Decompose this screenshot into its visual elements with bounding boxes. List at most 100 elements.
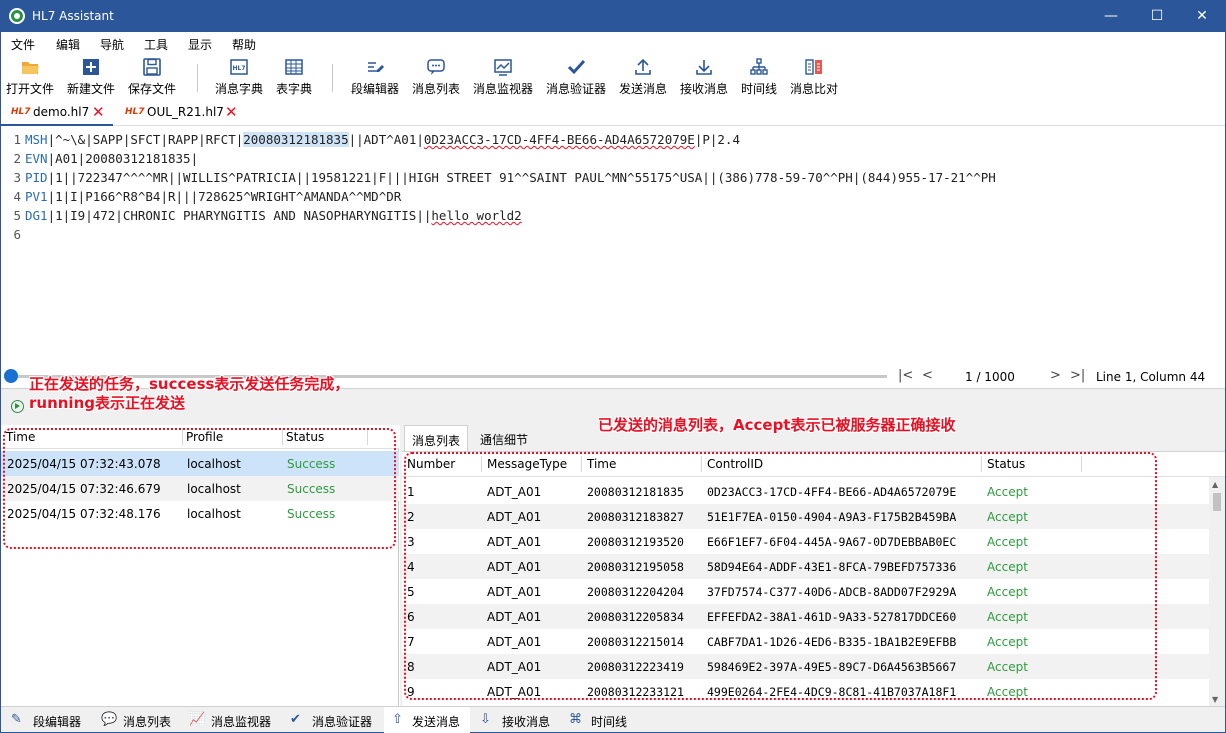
code-line-msh[interactable]: MSH|^~\&|SAPP|SFCT|RAPP|RFCT|20080312181… — [25, 132, 740, 147]
tab-message-monitor[interactable]: 📈 消息监视器 — [189, 707, 283, 733]
timeline-icon: ⌘ — [569, 712, 582, 727]
menu-help[interactable]: 帮助 — [232, 36, 256, 53]
message-monitor-button[interactable]: 消息监视器 — [469, 54, 537, 100]
tab-receive-message[interactable]: ⇩ 接收消息 — [480, 707, 562, 733]
spellcheck-error: hello world2 — [431, 208, 522, 223]
run-icon[interactable] — [11, 400, 24, 413]
message-compare-button[interactable]: 消息比对 — [786, 54, 842, 100]
next-page-button[interactable]: > — [1050, 368, 1061, 383]
annotation-text: 正在发送的任务，success表示发送任务完成， — [29, 375, 350, 393]
tab-timeline[interactable]: ⌘ 时间线 — [569, 707, 639, 733]
first-page-button[interactable]: |< — [898, 368, 913, 383]
send-message-button[interactable]: 发送消息 — [615, 54, 671, 100]
table-dictionary-button[interactable]: 表字典 — [271, 54, 317, 100]
cursor-position: Line 1, Column 44 — [1096, 370, 1206, 384]
segment-id: MSH — [25, 132, 48, 147]
line-number: 4 — [13, 189, 21, 204]
close-button[interactable]: ✕ — [1179, 1, 1225, 32]
edit-icon — [368, 62, 384, 72]
selected-text: 20080312181835 — [243, 132, 349, 147]
save-file-button[interactable]: 保存文件 — [124, 54, 180, 100]
message-list-button[interactable]: 消息列表 — [408, 54, 464, 100]
tab-demo-hl7[interactable]: HL7 demo.hl7 ✕ — [1, 100, 113, 126]
message-validator-button[interactable]: 消息验证器 — [542, 54, 610, 100]
chat-list-icon: 💬 — [101, 712, 118, 727]
app-window: HL7 Assistant — ☐ ✕ 文件 编辑 导航 工具 显示 帮助 打开… — [0, 0, 1226, 733]
scroll-down-icon[interactable]: ▼ — [1212, 695, 1218, 704]
edit-icon: ✎ — [11, 712, 22, 727]
hl7-file-icon: HL7 — [125, 107, 145, 117]
tab-send-message[interactable]: ⇧ 发送消息 — [384, 707, 470, 733]
receive-message-button[interactable]: 接收消息 — [676, 54, 732, 100]
save-icon — [143, 58, 161, 76]
message-slider-thumb[interactable] — [4, 369, 18, 383]
last-page-button[interactable]: >| — [1070, 368, 1085, 383]
download-icon — [696, 60, 712, 75]
new-file-icon — [83, 59, 99, 75]
monitor-chart-icon: 📈 — [189, 712, 206, 727]
menu-navigate[interactable]: 导航 — [100, 36, 124, 53]
hl7-text-editor[interactable]: 1 2 3 4 5 6 MSH|^~\&|SAPP|SFCT|RAPP|RFCT… — [1, 127, 1225, 363]
bottom-tool-tabs: ✎ 段编辑器 💬 消息列表 📈 消息监视器 ✔ 消息验证器 ⇧ 发送消息 ⇩ 接… — [1, 706, 1225, 733]
line-number: 2 — [13, 151, 21, 166]
line-number: 6 — [13, 227, 21, 242]
scroll-up-icon[interactable]: ▲ — [1212, 480, 1218, 489]
code-line-pv1[interactable]: PV1|1|I|P166^R8^B4|R|||728625^WRIGHT^AMA… — [25, 189, 401, 204]
annotation-box-messages — [404, 452, 1157, 700]
svg-text:HL7: HL7 — [232, 65, 245, 72]
download-icon: ⇩ — [480, 712, 491, 727]
tab-communication-details[interactable]: 通信细节 — [472, 425, 536, 451]
menu-edit[interactable]: 编辑 — [56, 36, 80, 53]
segment-id: EVN — [25, 151, 48, 166]
menu-view[interactable]: 显示 — [188, 36, 212, 53]
toolbar-divider — [332, 64, 333, 92]
hl7-dictionary-icon: HL7 — [230, 59, 248, 75]
timeline-button[interactable]: 时间线 — [737, 54, 781, 100]
folder-open-icon — [22, 62, 39, 74]
toolbar-divider — [197, 64, 198, 92]
annotation-text: 已发送的消息列表，Accept表示已被服务器正确接收 — [598, 416, 956, 434]
new-file-button[interactable]: 新建文件 — [63, 54, 119, 100]
menu-tools[interactable]: 工具 — [144, 36, 168, 53]
tab-message-list[interactable]: 消息列表 — [404, 425, 468, 451]
tab-oul-r21-hl7[interactable]: HL7 OUL_R21.hl7 ✕ — [119, 100, 245, 126]
minimize-button[interactable]: — — [1088, 1, 1134, 32]
page-indicator: 1 / 1000 — [965, 370, 1015, 384]
compare-icon — [805, 59, 822, 75]
monitor-chart-icon — [494, 59, 512, 76]
tab-message-list[interactable]: 💬 消息列表 — [101, 707, 183, 733]
menu-file[interactable]: 文件 — [11, 36, 35, 53]
checkmark-icon — [567, 59, 586, 75]
window-title: HL7 Assistant — [32, 9, 114, 23]
line-number: 3 — [13, 170, 21, 185]
timeline-icon — [750, 58, 768, 75]
hl7-file-icon: HL7 — [11, 107, 31, 117]
close-tab-icon[interactable]: ✕ — [225, 103, 238, 121]
segment-id: PID — [25, 170, 48, 185]
maximize-button[interactable]: ☐ — [1134, 1, 1180, 32]
tab-segment-editor[interactable]: ✎ 段编辑器 — [11, 707, 93, 733]
code-line-pid[interactable]: PID|1||722347^^^^MR||WILLIS^PATRICIA||19… — [25, 170, 996, 185]
annotation-box-tasks — [3, 428, 396, 549]
vertical-scrollbar[interactable]: ▲ ▼ — [1209, 477, 1225, 706]
segment-editor-button[interactable]: 段编辑器 — [347, 54, 403, 100]
prev-page-button[interactable]: < — [922, 368, 933, 383]
tab-message-validator[interactable]: ✔ 消息验证器 — [290, 707, 384, 733]
close-tab-icon[interactable]: ✕ — [92, 103, 105, 121]
app-logo-icon — [9, 8, 25, 24]
toolbar: 打开文件 新建文件 保存文件 HL7 消息字典 表字典 段编辑器 消息列表 消息… — [1, 54, 1225, 100]
open-file-button[interactable]: 打开文件 — [3, 54, 57, 100]
line-number: 5 — [13, 208, 21, 223]
line-number: 1 — [13, 132, 21, 147]
scrollbar-thumb[interactable] — [1213, 493, 1221, 511]
code-line-evn[interactable]: EVN|A01|20080312181835| — [25, 151, 198, 166]
annotation-text: running表示正在发送 — [29, 394, 185, 412]
upload-icon: ⇧ — [392, 712, 403, 727]
menu-bar: 文件 编辑 导航 工具 显示 帮助 — [1, 32, 1225, 54]
message-dictionary-button[interactable]: HL7 消息字典 — [211, 54, 267, 100]
table-icon — [285, 59, 303, 75]
tab-label: demo.hl7 — [33, 105, 90, 119]
code-line-dg1[interactable]: DG1|1|I9|472|CHRONIC PHARYNGITIS AND NAS… — [25, 208, 522, 223]
spellcheck-error: 0D23ACC3-17CD-4FF4-BE66-AD4A6572079E — [423, 132, 695, 147]
upload-icon — [635, 58, 651, 75]
